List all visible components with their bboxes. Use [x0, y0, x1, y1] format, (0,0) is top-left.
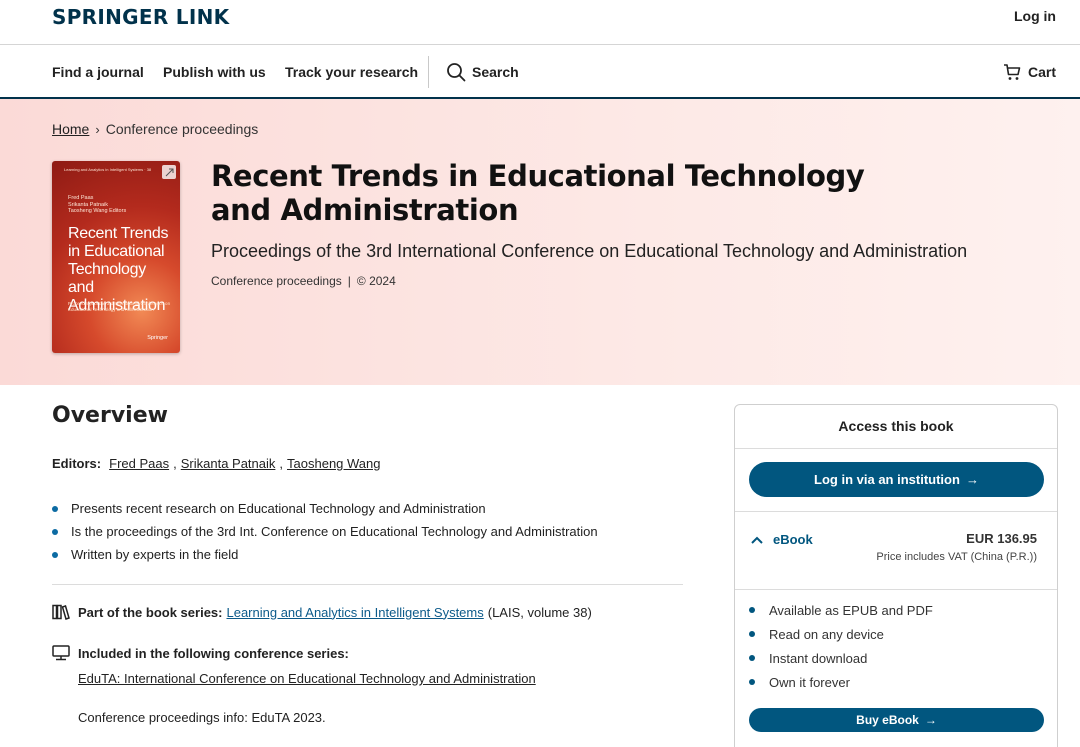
cover-author: Taosheng Wang Editors [68, 208, 127, 214]
editor-link[interactable]: Srikanta Patnaik [181, 456, 276, 471]
nav-track-research[interactable]: Track your research [285, 64, 418, 80]
buy-ebook-label: Buy eBook [856, 713, 919, 727]
list-item: Is the proceedings of the 3rd Int. Confe… [52, 520, 598, 543]
list-item: Instant download [749, 646, 933, 670]
book-series-icon [52, 604, 70, 620]
editor-link[interactable]: Taosheng Wang [287, 456, 380, 471]
arrow-right-icon: → [965, 472, 979, 487]
buy-ebook-button[interactable]: Buy eBook → [749, 708, 1044, 732]
series-detail: (LAIS, volume 38) [487, 604, 592, 620]
list-item: Own it forever [749, 670, 933, 694]
cover-publisher-logo: Springer [147, 335, 168, 341]
overview-heading: Overview [52, 403, 168, 428]
login-link[interactable]: Log in [1014, 8, 1056, 24]
book-subtitle: Proceedings of the 3rd International Con… [211, 241, 968, 261]
feature-text: Own it forever [769, 674, 850, 690]
chevron-right-icon: › [95, 121, 100, 137]
divider [52, 584, 683, 585]
login-institution-button[interactable]: Log in via an institution → [749, 462, 1044, 497]
bullet-dot [52, 528, 58, 535]
divider [735, 511, 1057, 512]
editor-link[interactable]: Fred Paas [109, 456, 169, 471]
bullet-dot [52, 551, 58, 558]
cover-series-text: Learning and Analytics in Intelligent Sy… [64, 167, 152, 172]
bullet-text: Is the proceedings of the 3rd Int. Confe… [71, 524, 598, 539]
bullet-text: Presents recent research on Educational … [71, 501, 486, 516]
ebook-toggle[interactable]: eBook [751, 532, 813, 547]
search-icon [447, 63, 466, 82]
arrow-right-icon: → [924, 713, 937, 727]
list-item: Written by experts in the field [52, 543, 598, 566]
main-nav: Find a journal Publish with us Track you… [0, 46, 1080, 99]
book-cover-image[interactable]: Learning and Analytics in Intelligent Sy… [52, 161, 180, 353]
book-series-row: Part of the book series: Learning and An… [52, 604, 592, 620]
bullet-dot [749, 679, 755, 685]
breadcrumb-home-link[interactable]: Home [52, 121, 89, 137]
series-link[interactable]: Learning and Analytics in Intelligent Sy… [226, 605, 483, 620]
book-year: © 2024 [356, 274, 396, 288]
bullet-dot [749, 655, 755, 661]
expand-icon[interactable] [162, 165, 176, 179]
divider [735, 448, 1057, 449]
login-institution-label: Log in via an institution [814, 472, 960, 487]
bullet-dot [749, 607, 755, 613]
cover-authors: Fred Paas Srikanta Patnaik Taosheng Wang… [68, 195, 126, 215]
access-title: Access this book [838, 418, 954, 434]
bullet-dot [749, 631, 755, 637]
feature-text: Available as EPUB and PDF [769, 602, 933, 618]
conference-info: Conference proceedings info: EduTA 2023. [78, 710, 326, 725]
cart-button[interactable]: Cart [1002, 61, 1056, 83]
presentation-icon [52, 645, 70, 661]
breadcrumb-current: Conference proceedings [105, 121, 259, 137]
editors-label: Editors: [52, 456, 102, 471]
book-title: Recent Trends in Educational Technology … [211, 159, 865, 227]
breadcrumb: Home › Conference proceedings [52, 121, 258, 137]
search-button[interactable]: Search [446, 61, 519, 83]
book-hero: Home › Conference proceedings Learning a… [0, 99, 1080, 385]
list-item: Presents recent research on Educational … [52, 497, 598, 520]
feature-text: Read on any device [769, 626, 884, 642]
conference-series-link[interactable]: EduTA: International Conference on Educa… [78, 671, 536, 686]
nav-publish-with-us[interactable]: Publish with us [163, 64, 266, 80]
chevron-up-icon [751, 536, 763, 544]
nav-find-journal[interactable]: Find a journal [52, 64, 144, 80]
ebook-price: EUR 136.95 [966, 531, 1037, 546]
bullet-dot [52, 505, 58, 512]
bullet-text: Written by experts in the field [71, 547, 239, 562]
access-panel: Access this book Log in via an instituti… [734, 404, 1058, 747]
cart-icon [1003, 64, 1021, 80]
list-item: Read on any device [749, 622, 933, 646]
feature-text: Instant download [769, 650, 868, 666]
cart-label: Cart [1027, 64, 1056, 80]
book-type: Conference proceedings [211, 274, 342, 288]
conference-series-label: Included in the following conference ser… [78, 645, 349, 661]
nav-divider [428, 56, 429, 88]
top-bar: SPRINGER LINK Log in [0, 0, 1080, 45]
editor-comma: , [173, 456, 177, 471]
cover-subtitle: Proceedings of the 3rd International Con… [68, 301, 171, 312]
overview-bullets: Presents recent research on Educational … [52, 497, 598, 566]
editors-line: Editors: Fred Paas, Srikanta Patnaik, Ta… [52, 456, 381, 471]
list-item: Available as EPUB and PDF [749, 598, 933, 622]
ebook-label: eBook [773, 532, 813, 547]
editor-comma: , [279, 456, 284, 471]
meta-separator: | [347, 274, 351, 288]
divider [735, 589, 1057, 590]
book-meta: Conference proceedings | © 2024 [211, 274, 396, 288]
conference-series-row: Included in the following conference ser… [52, 645, 349, 661]
series-label: Part of the book series: [78, 604, 223, 620]
price-vat-note: Price includes VAT (China (P.R.)) [876, 551, 1037, 563]
search-label: Search [472, 64, 519, 80]
springer-link-logo[interactable]: SPRINGER LINK [52, 5, 229, 29]
ebook-features: Available as EPUB and PDF Read on any de… [749, 598, 933, 694]
